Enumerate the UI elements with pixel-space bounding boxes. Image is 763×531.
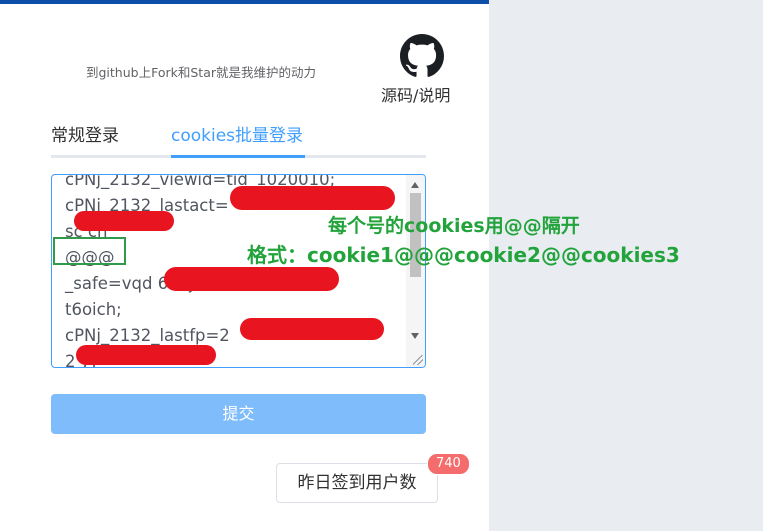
submit-button[interactable]: 提交 — [51, 394, 426, 434]
github-link[interactable]: 源码/说明 — [381, 34, 463, 106]
github-label: 源码/说明 — [381, 86, 451, 105]
login-tabs: 常规登录 cookies批量登录 — [51, 118, 426, 158]
separator-highlight-box — [53, 237, 126, 265]
scroll-up-icon[interactable] — [411, 182, 419, 188]
redaction-mark — [230, 186, 395, 210]
tab-normal-login[interactable]: 常规登录 — [51, 121, 119, 146]
annotation-separator-note: 每个号的cookies用@@隔开 — [328, 215, 580, 237]
cookies-textarea[interactable]: cPNj_2132_viewid=tid_1020010; cPNj_2132_… — [51, 174, 426, 368]
textarea-scrollbar[interactable] — [406, 175, 425, 367]
tab-cookies-login[interactable]: cookies批量登录 — [171, 121, 303, 146]
users-count-badge: 740 — [427, 453, 470, 475]
redaction-mark — [76, 345, 216, 365]
yesterday-signin-users-button[interactable]: 昨日签到用户数 — [276, 463, 438, 503]
tab-active-indicator — [171, 155, 305, 158]
resize-handle-icon[interactable] — [413, 355, 423, 365]
panel-top-bar — [0, 0, 489, 4]
redaction-mark — [164, 267, 339, 291]
redaction-mark — [240, 318, 384, 340]
annotation-format-note: 格式：cookie1@@@cookie2@@cookies3 — [247, 243, 680, 267]
github-icon — [400, 34, 444, 77]
scroll-down-icon[interactable] — [411, 333, 419, 339]
slogan-text: 到github上Fork和Star就是我维护的动力 — [86, 65, 316, 80]
redaction-mark — [74, 211, 174, 231]
